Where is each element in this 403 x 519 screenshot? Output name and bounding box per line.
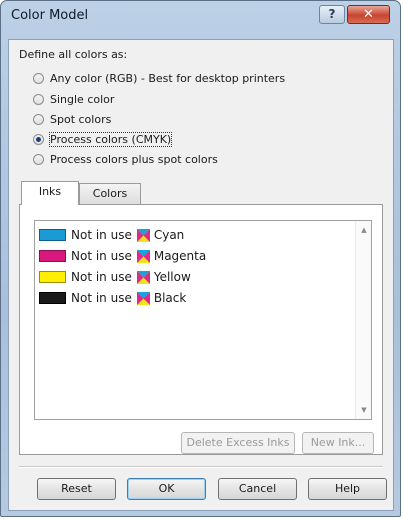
- color-model-dialog: Color Model ? ✕ Define all colors as: An…: [0, 0, 401, 517]
- ink-name: Black: [153, 291, 187, 305]
- option-single-color[interactable]: Single color: [33, 91, 114, 107]
- ink-row-magenta[interactable]: Not in use Magenta: [39, 247, 206, 265]
- process-color-icon: [136, 249, 150, 263]
- option-label: Single color: [50, 92, 115, 106]
- define-colors-label: Define all colors as:: [19, 48, 128, 61]
- ink-status: Not in use: [71, 270, 132, 284]
- scroll-up-icon[interactable]: ▲: [356, 223, 372, 237]
- radio-button[interactable]: [33, 153, 44, 165]
- option-process-colors-cmyk[interactable]: Process colors (CMYK): [33, 131, 173, 147]
- cancel-button[interactable]: Cancel: [218, 478, 297, 500]
- ink-row-cyan[interactable]: Not in use Cyan: [39, 226, 184, 244]
- tab-inks[interactable]: Inks: [21, 181, 79, 205]
- option-any-color-rgb[interactable]: Any color (RGB) - Best for desktop print…: [33, 70, 285, 86]
- close-icon[interactable]: ✕: [347, 5, 390, 24]
- ink-name: Yellow: [153, 270, 191, 284]
- option-spot-colors[interactable]: Spot colors: [33, 111, 111, 127]
- ink-name: Cyan: [153, 228, 185, 242]
- option-process-plus-spot[interactable]: Process colors plus spot colors: [33, 151, 218, 167]
- ink-name: Magenta: [153, 249, 207, 263]
- inks-list[interactable]: Not in use Cyan Not in use Magenta Not i…: [34, 220, 372, 420]
- ink-swatch: [39, 229, 66, 241]
- ok-button[interactable]: OK: [127, 478, 206, 500]
- ink-status: Not in use: [71, 291, 132, 305]
- ink-row-black[interactable]: Not in use Black: [39, 289, 186, 307]
- inks-tab-panel: Not in use Cyan Not in use Magenta Not i…: [19, 204, 383, 455]
- ink-row-yellow[interactable]: Not in use Yellow: [39, 268, 191, 286]
- footer-divider: [19, 466, 383, 468]
- inks-list-scrollbar[interactable]: ▲ ▼: [355, 221, 371, 419]
- dialog-body: Define all colors as: Any color (RGB) - …: [8, 39, 394, 511]
- delete-excess-inks-button[interactable]: Delete Excess Inks: [181, 432, 295, 454]
- ink-swatch: [39, 292, 66, 304]
- ink-status: Not in use: [71, 249, 132, 263]
- radio-button[interactable]: [33, 72, 44, 84]
- process-color-icon: [136, 291, 150, 305]
- process-color-icon: [136, 228, 150, 242]
- radio-button[interactable]: [33, 93, 44, 105]
- scroll-down-icon[interactable]: ▼: [356, 403, 372, 417]
- dialog-title: Color Model: [11, 8, 89, 23]
- help-icon[interactable]: ?: [319, 5, 345, 24]
- option-label: Process colors plus spot colors: [50, 152, 218, 166]
- radio-button-selected[interactable]: [33, 133, 44, 145]
- reset-button[interactable]: Reset: [37, 478, 116, 500]
- help-button[interactable]: Help: [308, 478, 387, 500]
- ink-swatch: [39, 271, 66, 283]
- new-ink-button[interactable]: New Ink...: [302, 432, 374, 454]
- option-label: Spot colors: [50, 112, 112, 126]
- option-label: Process colors (CMYK): [48, 131, 173, 147]
- process-color-icon: [136, 270, 150, 284]
- title-bar[interactable]: Color Model ? ✕: [1, 1, 400, 31]
- ink-status: Not in use: [71, 228, 132, 242]
- ink-swatch: [39, 250, 66, 262]
- tab-colors[interactable]: Colors: [79, 183, 141, 205]
- option-label: Any color (RGB) - Best for desktop print…: [50, 71, 286, 85]
- radio-button[interactable]: [33, 113, 44, 125]
